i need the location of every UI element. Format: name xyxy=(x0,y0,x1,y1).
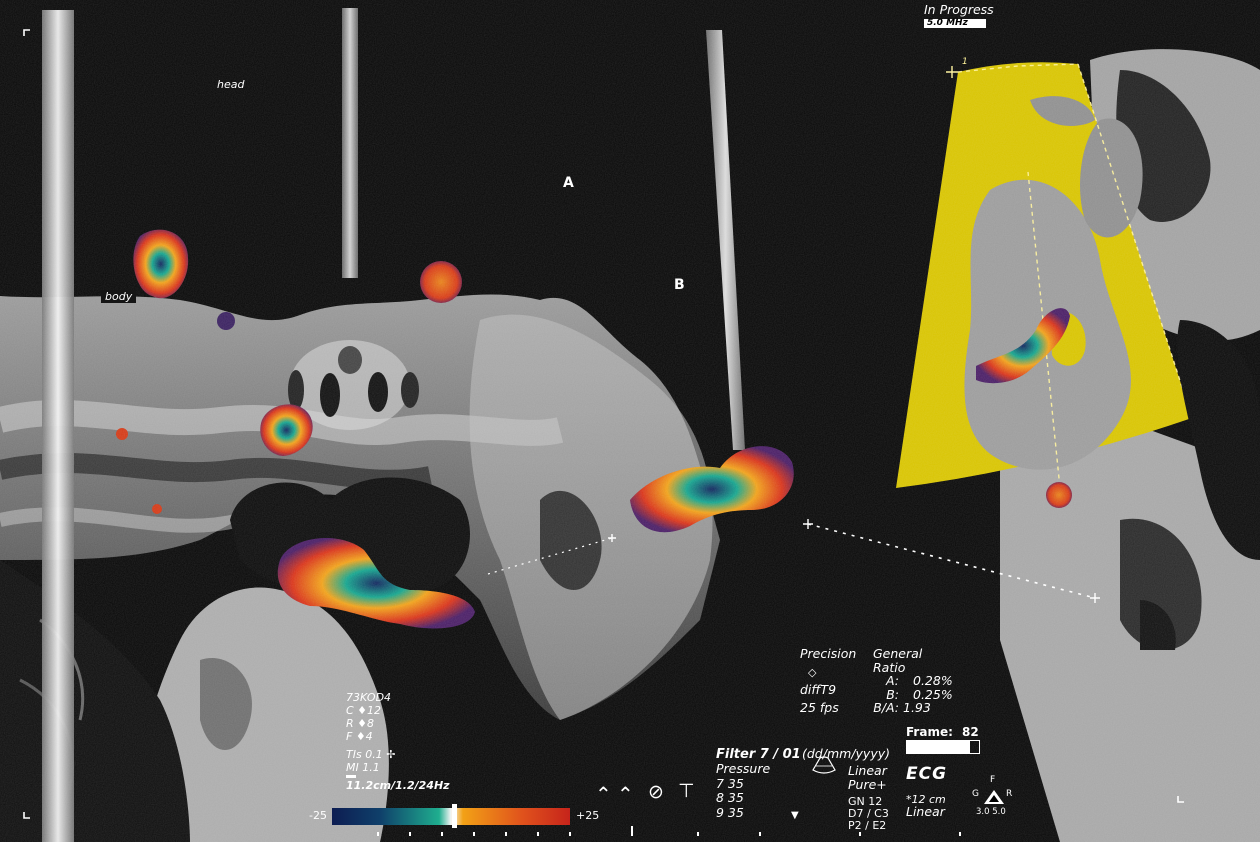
sector-marker: 1 xyxy=(962,57,968,67)
gain-line: GN 12 xyxy=(848,795,883,808)
precision-value: diffT9 xyxy=(800,681,837,697)
ratio-block: General Ratio A: 0.28% B: 0.25% B/A: 1.93 xyxy=(873,646,953,715)
ultrasound-artwork xyxy=(0,0,1260,842)
general-label: General xyxy=(873,646,923,661)
precision-block: Precision ◇ diffT9 25 fps xyxy=(800,646,857,715)
colorbar-max: +25 xyxy=(576,809,600,822)
probe-range: 3.0 5.0 xyxy=(976,807,1006,817)
chevron-up-icon[interactable]: ⌃ xyxy=(617,782,634,806)
param-c: C ♦12 xyxy=(346,704,382,717)
ecg-title: ECG xyxy=(906,764,948,784)
param-f: F ♦4 xyxy=(346,730,373,743)
probe-mode-block: Linear Pure+ xyxy=(848,763,887,792)
probe-g: G xyxy=(972,789,979,799)
no-entry-icon[interactable]: ⊘ xyxy=(648,781,664,803)
ratio-value: 1.93 xyxy=(903,700,931,715)
ratio-value: 0.28% xyxy=(913,673,953,688)
fan-probe-icon xyxy=(810,752,838,778)
frame-progress-fill xyxy=(907,741,971,753)
label-body: body xyxy=(101,290,137,303)
filter-title: Filter 7 / 01 xyxy=(716,747,801,762)
probe-r: R xyxy=(1006,789,1013,799)
crosshair-icon: ✢ xyxy=(386,748,396,761)
precision-label: Precision xyxy=(800,646,857,661)
chevron-up-icon[interactable]: ⌃ xyxy=(595,782,612,806)
param-tis: TIs 0.1 xyxy=(346,748,383,761)
gain-line: D7 / C3 xyxy=(848,807,889,820)
ratio-key: A: xyxy=(886,673,899,688)
filter-sub: Pressure xyxy=(716,761,771,776)
marker-a: A xyxy=(563,175,574,191)
diamond-icon: ◇ xyxy=(808,665,817,679)
param-mi: MI 1.1 xyxy=(346,761,380,774)
filter-line: 7 35 xyxy=(716,775,744,791)
probe-f: F xyxy=(990,775,996,785)
ultrasound-screen: In Progress 5.0 MHz head body A B 1 73KO… xyxy=(0,0,1260,842)
ecg-mode: Linear xyxy=(906,804,945,819)
fps-value: 25 fps xyxy=(800,700,839,715)
status-text: In Progress xyxy=(924,2,994,17)
parameter-block: 73KOD4 C ♦12 R ♦8 F ♦4 TIs 0.1 ✢ MI 1.1 … xyxy=(346,692,450,791)
param-divider xyxy=(346,775,356,778)
colorbar-min: -25 xyxy=(309,809,327,822)
label-head: head xyxy=(217,78,245,91)
param-scan: 11.2cm/1.2/24Hz xyxy=(346,779,450,792)
frame-progress xyxy=(906,740,980,754)
t-icon[interactable]: ⊤ xyxy=(678,780,695,802)
frame-label: Frame: xyxy=(906,725,953,739)
marker-b: B xyxy=(674,277,685,293)
frame-value: 82 xyxy=(962,725,979,739)
filter-block: Filter 7 / 01 Pressure 7 35 8 35 9 35 xyxy=(716,748,801,819)
frequency-badge: 5.0 MHz xyxy=(924,19,986,28)
probe-line2: Pure+ xyxy=(848,776,887,792)
probe-line1: Linear xyxy=(848,763,887,778)
param-code: 73KOD4 xyxy=(346,691,392,704)
gain-line: P2 / E2 xyxy=(848,819,887,832)
param-r: R ♦8 xyxy=(346,717,374,730)
ratio-key: B/A: xyxy=(873,700,899,715)
gain-block: GN 12 D7 / C3 P2 / E2 xyxy=(848,796,889,831)
filter-line: 8 35 xyxy=(716,790,744,805)
filter-line: 9 35 xyxy=(716,804,744,820)
